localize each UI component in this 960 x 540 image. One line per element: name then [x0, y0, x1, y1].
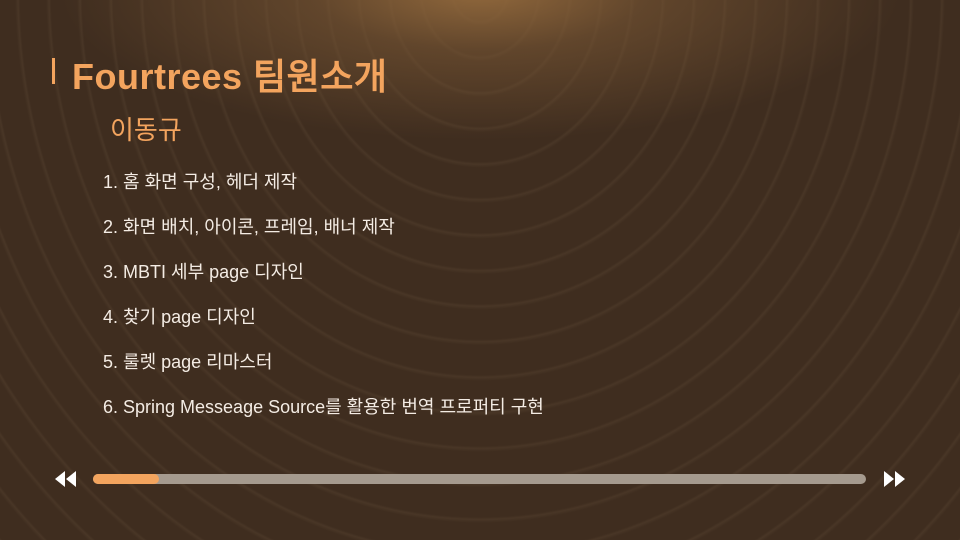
title-accent-bar	[52, 58, 55, 84]
task-item: 6. Spring Messeage Source를 활용한 번역 프로퍼티 구…	[103, 397, 544, 417]
rewind-icon[interactable]	[54, 470, 78, 488]
task-list: 1. 홈 화면 구성, 헤더 제작 2. 화면 배치, 아이콘, 프레임, 배너…	[103, 168, 544, 438]
member-name: 이동규	[110, 115, 182, 145]
task-item: 3. MBTI 세부 page 디자인	[103, 262, 304, 282]
slide-title: Fourtrees 팀원소개	[72, 56, 388, 97]
task-item: 5. 룰렛 page 리마스터	[103, 352, 273, 372]
fast-forward-icon[interactable]	[882, 470, 906, 488]
progress-fill	[93, 474, 159, 484]
rewind-icon-glyph	[55, 471, 76, 487]
fast-forward-icon-glyph	[884, 471, 905, 487]
slide: Fourtrees 팀원소개 이동규 1. 홈 화면 구성, 헤더 제작 2. …	[0, 0, 960, 540]
progress-track[interactable]	[93, 474, 866, 484]
task-item: 4. 찾기 page 디자인	[103, 307, 256, 327]
task-item: 2. 화면 배치, 아이콘, 프레임, 배너 제작	[103, 217, 395, 237]
playback-bar	[0, 462, 960, 496]
task-item: 1. 홈 화면 구성, 헤더 제작	[103, 172, 298, 192]
